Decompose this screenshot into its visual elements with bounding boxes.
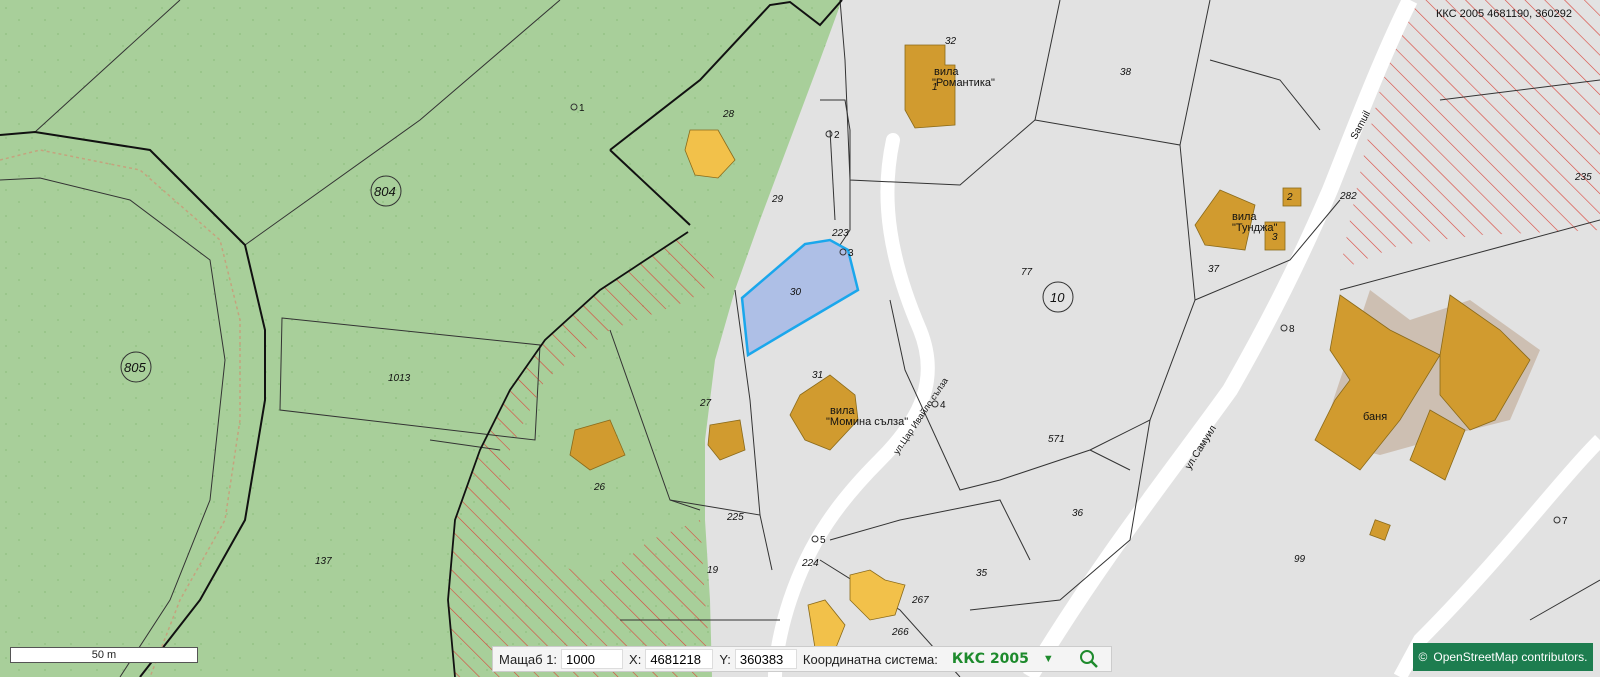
parcel-label: 10 bbox=[1050, 290, 1065, 305]
x-coordinate-input[interactable] bbox=[645, 649, 714, 669]
parcel-label: 77 bbox=[1021, 267, 1033, 278]
parcel-label: 282 bbox=[1339, 191, 1357, 202]
parcel-label: 267 bbox=[911, 595, 929, 606]
parcel-label: 266 bbox=[891, 627, 909, 638]
point-label: 4 bbox=[940, 400, 946, 411]
parcel-label: 32 bbox=[945, 36, 957, 47]
parcel-label: 235 bbox=[1574, 172, 1592, 183]
banya-label: баня bbox=[1363, 411, 1387, 423]
parcel-label: 223 bbox=[831, 228, 849, 239]
parcel-label: 37 bbox=[1208, 264, 1220, 275]
scale-label: Мащаб 1: bbox=[499, 651, 558, 667]
point-label: 5 bbox=[820, 535, 826, 546]
y-label: Y: bbox=[719, 651, 731, 667]
parcel-label: 36 bbox=[1072, 508, 1084, 519]
parcel-label: 30 bbox=[790, 287, 802, 298]
parcel-label: 28 bbox=[722, 109, 735, 120]
chevron-down-icon[interactable]: ▼ bbox=[1043, 653, 1054, 665]
parcel-label: 31 bbox=[812, 370, 823, 381]
point-label: 1 bbox=[579, 103, 585, 114]
cadastral-map[interactable]: 32 38 28 29 223 30 31 27 26 225 224 19 2… bbox=[0, 0, 1600, 677]
parcel-label: 29 bbox=[771, 194, 784, 205]
scale-input[interactable] bbox=[561, 649, 624, 669]
villa-romantika-name: "Романтика" bbox=[932, 77, 995, 89]
point-label: 8 bbox=[1289, 324, 1295, 335]
crs-select[interactable]: ККС 2005 bbox=[952, 651, 1029, 667]
search-icon[interactable] bbox=[1078, 648, 1100, 670]
villa-tundzha-name: "Тунджа" bbox=[1232, 222, 1277, 234]
x-label: X: bbox=[629, 651, 642, 667]
point-label: 2 bbox=[834, 130, 840, 141]
parcel-label: 2 bbox=[1286, 192, 1293, 203]
parcel-label: 805 bbox=[124, 360, 146, 375]
parcel-label: 224 bbox=[801, 558, 819, 569]
parcel-label: 1013 bbox=[388, 373, 411, 384]
parcel-label: 137 bbox=[315, 556, 332, 567]
villa-momina-name: "Момина сълза" bbox=[826, 416, 908, 428]
parcel-label: 26 bbox=[593, 482, 606, 493]
parcel-label: 99 bbox=[1294, 554, 1306, 565]
parcel-label: 27 bbox=[699, 398, 712, 409]
osm-attribution[interactable]: © OpenStreetMap contributors. bbox=[1413, 643, 1593, 671]
parcel-label: 19 bbox=[707, 565, 719, 576]
parcel-label: 804 bbox=[374, 184, 396, 199]
parcel-label: 225 bbox=[726, 512, 744, 523]
parcel-label: 38 bbox=[1120, 67, 1132, 78]
y-coordinate-input[interactable] bbox=[734, 649, 797, 669]
point-label: 3 bbox=[848, 248, 854, 259]
parcel-label: 35 bbox=[976, 568, 988, 579]
coordinate-readout: ККС 2005 4681190, 360292 bbox=[1435, 8, 1572, 20]
scale-bar: 50 m bbox=[10, 647, 198, 663]
map-toolbar: Мащаб 1: X: Y: Координатна система: ККС … bbox=[492, 646, 1112, 672]
copyright-icon: © bbox=[1418, 650, 1428, 664]
point-label: 7 bbox=[1562, 516, 1568, 527]
attribution-text: OpenStreetMap contributors. bbox=[1433, 650, 1588, 664]
crs-label: Координатна система: bbox=[802, 651, 938, 667]
parcel-label: 571 bbox=[1048, 434, 1065, 445]
